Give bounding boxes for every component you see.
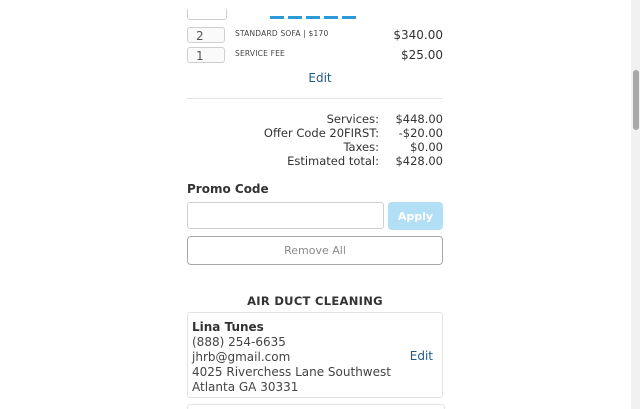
dash — [270, 16, 284, 19]
total-label: Taxes: — [343, 140, 379, 154]
quantity-field-partial[interactable] — [187, 9, 227, 20]
total-value: $448.00 — [395, 112, 443, 126]
contact-address-line1: 4025 Riverchess Lane Southwest — [192, 365, 391, 379]
item-price: $340.00 — [393, 28, 443, 42]
item-name: STANDARD SOFA | $170 — [235, 29, 329, 38]
totals-block: Services: $448.00 Offer Code 20FIRST: -$… — [187, 112, 443, 168]
dash — [306, 16, 320, 19]
item-name: SERVICE FEE — [235, 49, 285, 58]
total-value: $0.00 — [410, 140, 443, 154]
total-value: -$20.00 — [398, 126, 443, 140]
next-card-partial — [187, 404, 445, 409]
contact-email: jhrb@gmail.com — [192, 350, 291, 364]
loading-dashes — [270, 16, 356, 19]
total-label: Services: — [326, 112, 379, 126]
contact-name: Lina Tunes — [192, 320, 264, 334]
edit-items-link[interactable]: Edit — [0, 71, 640, 85]
dash — [324, 16, 338, 19]
dash — [342, 16, 356, 19]
promo-code-title: Promo Code — [187, 182, 269, 196]
line-item-row: 1 SERVICE FEE $25.00 — [187, 47, 443, 63]
remove-all-button[interactable]: Remove All — [187, 236, 443, 265]
total-value: $428.00 — [395, 154, 443, 168]
divider — [187, 98, 443, 99]
total-row: Estimated total: $428.00 — [187, 154, 443, 168]
scrollbar[interactable] — [631, 0, 640, 409]
total-row: Taxes: $0.00 — [187, 140, 443, 154]
contact-card: Lina Tunes (888) 254-6635 jhrb@gmail.com… — [187, 312, 443, 398]
quantity-field[interactable]: 1 — [187, 47, 225, 63]
promo-code-input[interactable] — [187, 202, 384, 229]
total-label: Offer Code 20FIRST: — [263, 126, 379, 140]
item-price: $25.00 — [401, 48, 443, 62]
dash — [288, 16, 302, 19]
apply-button[interactable]: Apply — [388, 202, 443, 230]
scrollbar-thumb[interactable] — [633, 70, 639, 130]
quantity-field[interactable]: 2 — [187, 27, 225, 43]
contact-phone: (888) 254-6635 — [192, 335, 286, 349]
total-row: Services: $448.00 — [187, 112, 443, 126]
contact-address-line2: Atlanta GA 30331 — [192, 380, 299, 394]
total-row: Offer Code 20FIRST: -$20.00 — [187, 126, 443, 140]
edit-contact-link[interactable]: Edit — [410, 349, 433, 364]
cart-summary-page: 2 STANDARD SOFA | $170 $340.00 1 SERVICE… — [0, 0, 640, 409]
total-label: Estimated total: — [287, 154, 379, 168]
section-title: AIR DUCT CLEANING — [247, 294, 383, 308]
line-item-row: 2 STANDARD SOFA | $170 $340.00 — [187, 27, 443, 43]
